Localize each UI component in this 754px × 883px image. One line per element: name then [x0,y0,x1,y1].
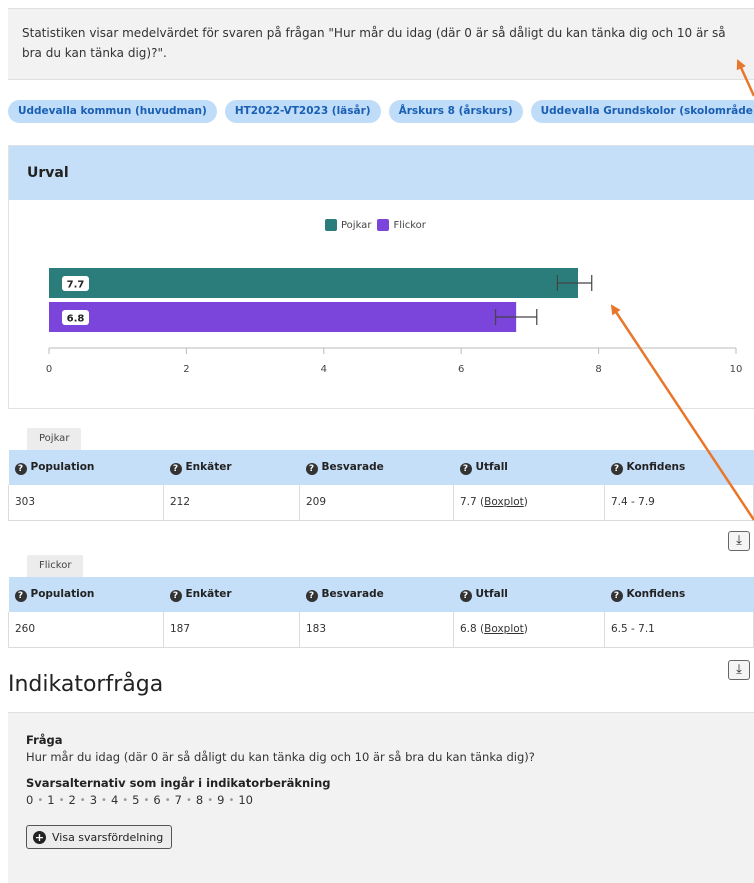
x-tick-label: 4 [321,364,327,375]
option-separator: • [101,794,107,806]
help-icon[interactable]: ? [14,589,27,602]
info-text: Statistiken visar medelvärdet för svaren… [22,26,726,60]
help-icon[interactable]: ? [459,462,472,475]
answer-option: 1 [47,793,55,807]
tab-flickor[interactable]: Flickor [27,555,84,577]
bar-value-label: 7.7 [67,280,85,291]
cell-besvarade: 209 [299,485,454,521]
option-separator: • [228,794,235,806]
question-label: Fråga [26,733,63,747]
cell-konfidens: 7.4 - 7.9 [604,485,754,521]
plus-circle-icon: + [33,830,46,844]
answer-option: 8 [195,793,204,807]
filter-chip-huvudman[interactable]: Uddevalla kommun (huvudman) [8,100,217,123]
answer-option: 3 [89,793,98,807]
option-separator: • [164,794,171,806]
option-separator: • [37,794,44,806]
table-header-row: ? Population ? Enkäter ? Besvarade ? Utfall … [8,450,754,485]
option-separator: • [58,794,65,806]
boxplot-link[interactable]: Boxplot [484,496,524,508]
stats-table-pojkar: ? Population ? Enkäter ? Besvarade ? Utfall … [8,450,754,521]
answer-option: 9 [217,793,225,807]
cell-besvarade: 183 [299,612,454,648]
header-enkater: ? Enkäter [163,450,300,485]
help-icon[interactable]: ? [14,462,27,475]
header-besvarade: ? Besvarade [299,577,454,612]
x-tick-label: 6 [458,364,464,375]
options-label: Svarsalternativ som ingår i indikatorber… [26,776,331,790]
header-enkater: ? Enkäter [163,577,300,612]
answer-options: 0 • 1 • 2 • 3 • 4 • 5 • 6 • 7 • 8 • 9 • 10 [26,793,754,807]
filter-chip-arskurs[interactable]: Årskurs 8 (årskurs) [388,100,523,123]
filter-chip-lasar[interactable]: HT2022-VT2023 (läsår) [224,100,381,123]
download-icon: ⤓ [736,662,742,677]
download-button-pojkar[interactable]: ⤓ [728,531,750,551]
header-population: ? Population [8,577,164,612]
bar-pojkar [49,268,578,298]
cell-enkater: 212 [163,485,300,521]
option-separator: • [122,794,129,806]
help-icon[interactable]: ? [305,589,318,602]
download-button-flickor[interactable]: ⤓ [728,660,750,680]
question-text: Hur mår du idag (där 0 är så dåligt du k… [26,750,535,764]
help-icon[interactable]: ? [610,589,623,602]
answer-option: 7 [174,793,182,807]
option-separator: • [79,794,86,806]
header-population: ? Population [8,450,164,485]
cell-population: 303 [8,485,164,521]
table-row: 260 187 183 6.8 (Boxplot) 6.5 - 7.1 [8,612,754,648]
header-utfall: ? Utfall [453,450,605,485]
answer-option: 6 [153,793,161,807]
table-header-row: ? Population ? Enkäter ? Besvarade ? Utfall … [8,577,754,612]
answer-option: 5 [132,793,140,807]
download-icon: ⤓ [736,533,742,548]
stats-table-flickor: ? Population ? Enkäter ? Besvarade ? Utfall … [8,577,754,648]
bar-value-label: 6.8 [67,314,85,325]
help-icon[interactable]: ? [610,462,623,475]
header-konfidens: ? Konfidens [604,450,754,485]
x-tick-label: 0 [46,364,52,375]
filter-chip-skolomrade[interactable]: Uddevalla Grundskolor (skolområde) [530,100,754,123]
x-tick-label: 10 [730,364,743,375]
option-separator: • [207,794,214,806]
help-icon[interactable]: ? [169,589,182,602]
boxplot-link[interactable]: Boxplot [484,623,524,635]
help-icon[interactable]: ? [305,462,318,475]
x-tick-label: 8 [595,364,601,375]
answer-option: 2 [68,793,76,807]
cell-konfidens: 6.5 - 7.1 [604,612,754,648]
cell-enkater: 187 [163,612,300,648]
option-separator: • [185,794,192,806]
show-distribution-label: Visa svarsfördelning [52,830,164,844]
question-box: Fråga Hur mår du idag (där 0 är så dålig… [8,712,754,883]
cell-utfall: 6.8 (Boxplot) [453,612,605,648]
answer-option: 4 [110,793,119,807]
info-box: Statistiken visar medelvärdet för svaren… [8,8,754,80]
chart-card: Urval Pojkar Flickor 0 2 4 6 8 10 7.7 6.8 [8,145,754,409]
bar-chart: 0 2 4 6 8 10 7.7 6.8 [46,268,743,375]
cell-population: 260 [8,612,164,648]
header-besvarade: ? Besvarade [299,450,454,485]
tab-pojkar[interactable]: Pojkar [27,428,82,450]
cell-utfall: 7.7 (Boxplot) [453,485,605,521]
header-konfidens: ? Konfidens [604,577,754,612]
show-distribution-button[interactable]: + Visa svarsfördelning [26,825,173,849]
filter-chips: Uddevalla kommun (huvudman) HT2022-VT202… [8,100,754,123]
option-separator: • [143,794,150,806]
table-row: 303 212 209 7.7 (Boxplot) 7.4 - 7.9 [8,485,754,521]
answer-option: 10 [238,793,253,807]
help-icon[interactable]: ? [459,589,472,602]
bar-flickor [49,302,517,332]
section-title: Indikatorfråga [8,672,164,697]
header-utfall: ? Utfall [453,577,605,612]
answer-option: 0 [26,793,34,807]
x-tick-label: 2 [183,364,189,375]
help-icon[interactable]: ? [169,462,182,475]
